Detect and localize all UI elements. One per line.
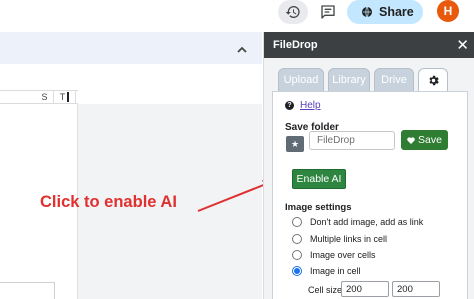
column-header-t[interactable]: T — [54, 90, 76, 104]
tab-drive[interactable]: Drive — [374, 68, 414, 92]
image-option[interactable]: Don't add image, add as link — [292, 217, 423, 227]
filedrop-panel: FileDrop ✕ Upload Library Drive ? Help S… — [263, 32, 474, 299]
image-option[interactable]: Multiple links in cell — [292, 234, 387, 244]
cell-size-label: Cell size: — [308, 285, 345, 295]
star-icon: ★ — [290, 138, 300, 149]
image-option-label: Image in cell — [310, 266, 361, 276]
heart-icon — [407, 136, 415, 144]
chevron-up-icon[interactable] — [236, 44, 248, 54]
comment-icon — [321, 5, 335, 19]
image-option-label: Image over cells — [310, 250, 376, 260]
save-button[interactable]: Save — [401, 130, 448, 150]
radio-button[interactable] — [292, 217, 302, 227]
version-history-button[interactable] — [278, 0, 308, 24]
tab-settings[interactable] — [418, 68, 448, 92]
settings-content: ? Help Save folder ★ FileDrop Save Enabl… — [272, 91, 468, 299]
image-option[interactable]: Image over cells — [292, 250, 376, 260]
tab-upload[interactable]: Upload — [278, 68, 324, 92]
panel-header: FileDrop ✕ — [264, 32, 474, 58]
radio-button-checked[interactable] — [292, 266, 302, 276]
help-row: ? Help — [285, 100, 321, 111]
panel-tabs: Upload Library Drive — [278, 68, 448, 92]
app-window: Share H S T Click to enable AI FileDrop … — [0, 0, 474, 299]
panel-title: FileDrop — [273, 39, 318, 51]
enable-ai-button[interactable]: Enable AI — [292, 169, 346, 189]
cell-height-input[interactable]: 200 — [392, 281, 440, 297]
image-option-selected[interactable]: Image in cell — [292, 266, 361, 276]
history-icon — [285, 6, 300, 18]
grid-line — [0, 282, 54, 283]
comments-button[interactable] — [317, 2, 339, 22]
help-icon: ? — [285, 101, 294, 110]
top-toolbar: Share H — [0, 0, 474, 32]
cell-width-input[interactable]: 200 — [341, 281, 389, 297]
image-option-label: Multiple links in cell — [310, 234, 388, 244]
globe-icon — [362, 6, 372, 18]
folder-star-button[interactable]: ★ — [286, 136, 304, 152]
annotation-text: Click to enable AI — [40, 193, 177, 211]
close-icon[interactable]: ✕ — [456, 36, 469, 54]
avatar[interactable]: H — [437, 0, 459, 22]
radio-button[interactable] — [292, 234, 302, 244]
toolbar-strip — [0, 32, 262, 64]
share-button[interactable]: Share — [347, 0, 423, 24]
radio-button[interactable] — [292, 250, 302, 260]
save-label: Save — [418, 134, 442, 146]
column-resize-handle[interactable] — [67, 92, 70, 102]
image-settings-label: Image settings — [285, 202, 352, 213]
folder-input[interactable]: FileDrop — [309, 131, 395, 150]
image-option-label: Don't add image, add as link — [310, 217, 424, 227]
gear-icon — [428, 75, 439, 85]
help-link[interactable]: Help — [300, 100, 321, 111]
column-header-s[interactable]: S — [36, 90, 54, 104]
share-label: Share — [379, 5, 414, 19]
grid-line — [54, 282, 55, 299]
tab-library[interactable]: Library — [328, 68, 370, 92]
